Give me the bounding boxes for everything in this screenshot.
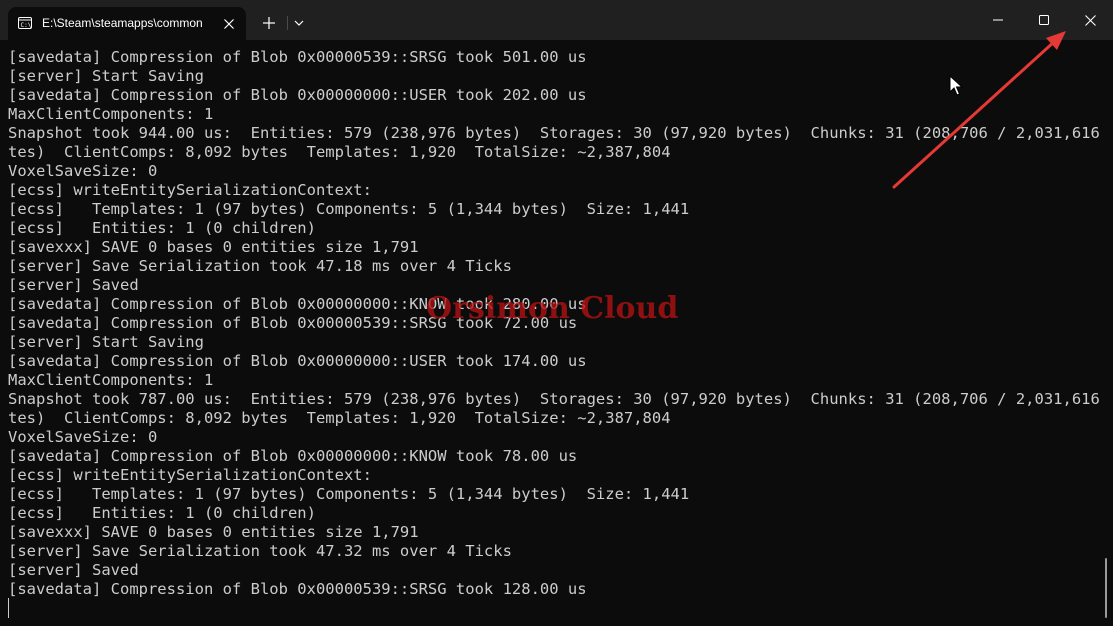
window-close-button[interactable] [1067, 0, 1113, 40]
console-line: VoxelSaveSize: 0 [8, 428, 158, 446]
console-output[interactable]: [savedata] Compression of Blob 0x0000053… [8, 48, 1100, 624]
chevron-down-icon [294, 20, 304, 26]
console-line: [server] Saved [8, 561, 139, 579]
console-scrollbar[interactable] [1105, 558, 1107, 618]
console-line: [savexxx] SAVE 0 bases 0 entities size 1… [8, 523, 419, 541]
console-line: [ecss] writeEntitySerializationContext: [8, 466, 372, 484]
tab-close-button[interactable] [220, 15, 238, 33]
console-line: [server] Save Serialization took 47.18 m… [8, 257, 512, 275]
console-line: [ecss] Entities: 1 (0 children) [8, 504, 316, 522]
console-line: [server] Start Saving [8, 67, 204, 85]
console-line: Snapshot took 944.00 us: Entities: 579 (… [8, 124, 1100, 142]
console-line: VoxelSaveSize: 0 [8, 162, 158, 180]
tab-separator [287, 16, 288, 30]
tab-title: E:\Steam\steamapps\common [42, 16, 203, 30]
console-line: [savedata] Compression of Blob 0x0000053… [8, 48, 587, 66]
console-line: [savedata] Compression of Blob 0x0000053… [8, 314, 578, 332]
console-line: [ecss] Templates: 1 (97 bytes) Component… [8, 485, 690, 503]
console-line: MaxClientComponents: 1 [8, 371, 214, 389]
console-line: MaxClientComponents: 1 [8, 105, 214, 123]
maximize-icon [1039, 15, 1049, 25]
console-line: [ecss] Templates: 1 (97 bytes) Component… [8, 200, 690, 218]
close-icon [1084, 14, 1096, 26]
console-line: [savedata] Compression of Blob 0x0000000… [8, 352, 587, 370]
close-icon [224, 19, 234, 29]
console-line: [savedata] Compression of Blob 0x0000000… [8, 295, 587, 313]
console-line: [server] Save Serialization took 47.32 m… [8, 542, 512, 560]
svg-text:C:\: C:\ [21, 22, 32, 29]
title-bar[interactable]: C:\ E:\Steam\steamapps\common [0, 0, 1113, 40]
minimize-button[interactable] [975, 0, 1021, 40]
plus-icon [263, 17, 275, 29]
console-line: [savedata] Compression of Blob 0x0000000… [8, 86, 587, 104]
console-line: [ecss] writeEntitySerializationContext: [8, 181, 372, 199]
console-line: [savexxx] SAVE 0 bases 0 entities size 1… [8, 238, 419, 256]
terminal-icon: C:\ [18, 17, 32, 29]
text-cursor [8, 598, 9, 618]
maximize-button[interactable] [1021, 0, 1067, 40]
tab-dropdown-button[interactable] [290, 10, 308, 36]
console-line: [server] Saved [8, 276, 139, 294]
new-tab-button[interactable] [256, 10, 282, 36]
console-line: tes) ClientComps: 8,092 bytes Templates:… [8, 409, 671, 427]
console-line: Snapshot took 787.00 us: Entities: 579 (… [8, 390, 1100, 408]
console-line: tes) ClientComps: 8,092 bytes Templates:… [8, 143, 671, 161]
console-line: [ecss] Entities: 1 (0 children) [8, 219, 316, 237]
terminal-tab[interactable]: C:\ E:\Steam\steamapps\common [8, 7, 246, 40]
minimize-icon [993, 19, 1003, 21]
console-line: [savedata] Compression of Blob 0x0000053… [8, 580, 587, 598]
terminal-window: C:\ E:\Steam\steamapps\common [savedata]… [0, 0, 1113, 626]
console-line: [server] Start Saving [8, 333, 204, 351]
console-line: [savedata] Compression of Blob 0x0000000… [8, 447, 578, 465]
